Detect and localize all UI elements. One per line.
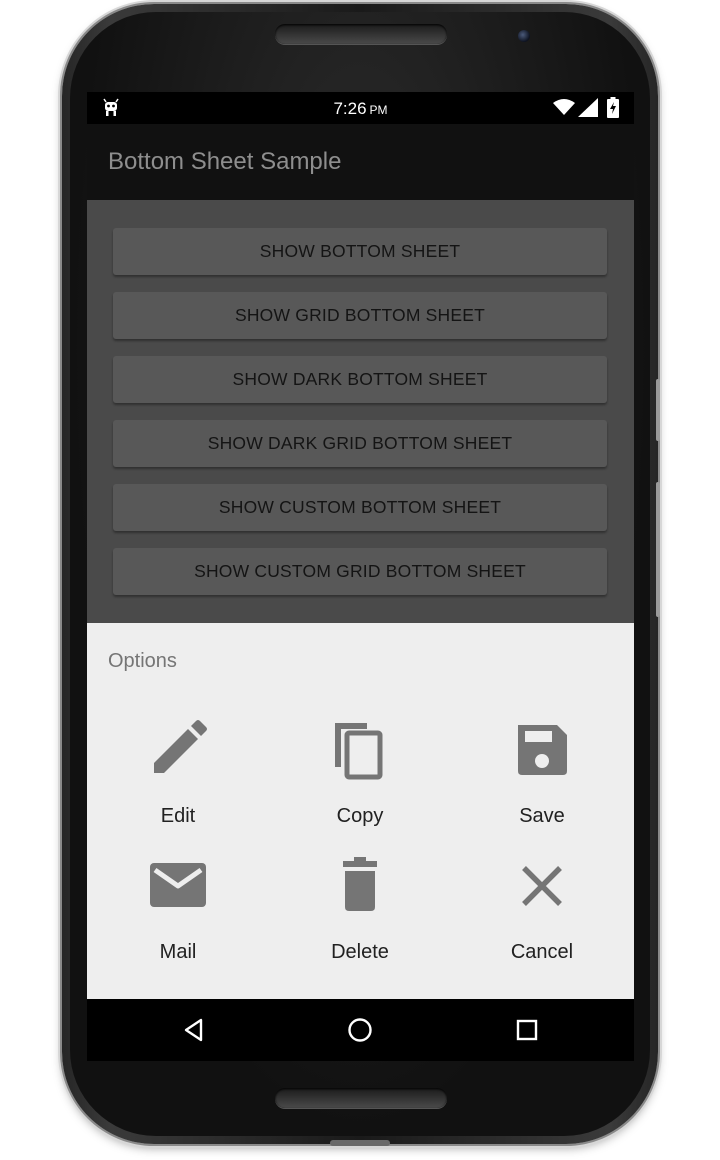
usb-port — [330, 1140, 390, 1146]
clock-time: 7:26 — [333, 99, 367, 118]
sheet-item-label: Save — [519, 805, 565, 827]
bottom-speaker — [275, 1088, 447, 1108]
sheet-item-label: Mail — [159, 941, 197, 963]
sheet-item-cancel[interactable]: Cancel — [451, 855, 633, 985]
show-custom-bottom-sheet-button[interactable]: SHOW CUSTOM BOTTOM SHEET — [113, 484, 607, 531]
sheet-item-edit[interactable]: Edit — [87, 719, 269, 849]
copy-icon — [335, 723, 383, 780]
bottom-sheet-title: Options — [108, 650, 177, 672]
sheet-item-save[interactable]: Save — [451, 719, 633, 849]
app-title: Bottom Sheet Sample — [108, 148, 342, 175]
show-dark-bottom-sheet-button[interactable]: SHOW DARK BOTTOM SHEET — [113, 356, 607, 403]
status-bar: 7:26 PM — [87, 92, 634, 124]
sheet-item-label: Edit — [160, 805, 196, 827]
front-camera — [518, 30, 530, 42]
floppy-disk-icon — [518, 725, 567, 775]
show-bottom-sheet-button[interactable]: SHOW BOTTOM SHEET — [113, 228, 607, 275]
close-icon — [522, 866, 562, 906]
volume-button — [656, 482, 660, 617]
envelope-icon — [150, 863, 206, 907]
wifi-icon — [553, 99, 575, 115]
home-icon[interactable] — [344, 1014, 376, 1046]
signal-icon — [578, 98, 598, 117]
pencil-icon — [154, 720, 207, 773]
navigation-bar — [87, 999, 634, 1061]
sheet-item-label: Copy — [336, 805, 384, 827]
app-bar: Bottom Sheet Sample — [87, 124, 634, 200]
sheet-item-label: Cancel — [510, 941, 574, 963]
trash-icon — [343, 857, 377, 911]
back-icon[interactable] — [179, 1014, 211, 1046]
show-dark-grid-bottom-sheet-button[interactable]: SHOW DARK GRID BOTTOM SHEET — [113, 420, 607, 467]
show-custom-grid-bottom-sheet-button[interactable]: SHOW CUSTOM GRID BOTTOM SHEET — [113, 548, 607, 595]
main-content: SHOW BOTTOM SHEET SHOW GRID BOTTOM SHEET… — [87, 200, 634, 623]
battery-charging-icon — [607, 97, 619, 118]
top-speaker — [275, 24, 447, 44]
screen: 7:26 PM Bottom Sheet Sample SHOW BOTTOM S… — [87, 92, 634, 1061]
sheet-item-copy[interactable]: Copy — [269, 719, 451, 849]
sheet-item-delete[interactable]: Delete — [269, 855, 451, 985]
sheet-item-mail[interactable]: Mail — [87, 855, 269, 985]
clock-ampm: PM — [369, 103, 388, 117]
sheet-item-label: Delete — [331, 941, 389, 963]
bottom-sheet: Options Edit Copy Save Mail Delete Cance… — [87, 623, 634, 999]
recents-icon[interactable] — [511, 1014, 543, 1046]
status-time: 7:26 PM — [87, 99, 634, 119]
show-grid-bottom-sheet-button[interactable]: SHOW GRID BOTTOM SHEET — [113, 292, 607, 339]
power-button — [656, 379, 660, 441]
